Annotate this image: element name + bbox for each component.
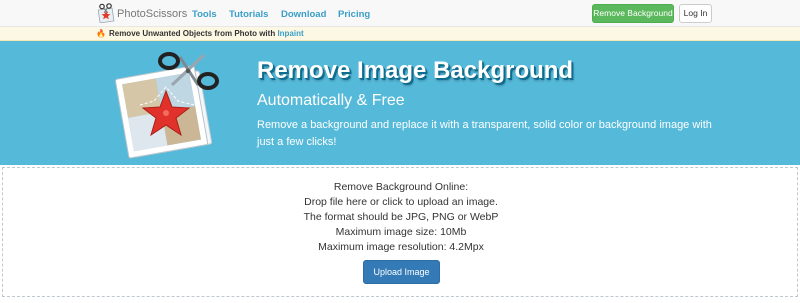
promo-text: Remove Unwanted Objects from Photo with: [108, 29, 278, 38]
scissors-logo-icon[interactable]: [97, 3, 115, 23]
upload-dropzone[interactable]: Remove Background Online: Drop file here…: [2, 167, 798, 297]
hero-title: Remove Image Background: [257, 57, 574, 84]
dropzone-instruction: Drop file here or click to upload an ima…: [304, 196, 498, 208]
hero-description: Remove a background and replace it with …: [257, 119, 712, 148]
login-button[interactable]: Log In: [679, 4, 712, 23]
hero-banner: Remove Image Background Automatically & …: [0, 41, 800, 165]
brand-name[interactable]: PhotoScissors: [117, 8, 187, 20]
dropzone-format-note: The format should be JPG, PNG or WebP: [303, 211, 499, 223]
top-navbar: PhotoScissors Tools Tutorials Download P…: [0, 0, 800, 27]
nav-link-tutorials[interactable]: Tutorials: [229, 9, 268, 20]
dropzone-max-size: Maximum image size: 10Mb: [335, 226, 467, 238]
scissors-starfish-photo-icon: [115, 52, 219, 159]
hero-subtitle: Automatically & Free: [257, 92, 405, 109]
nav-link-pricing[interactable]: Pricing: [338, 9, 370, 20]
nav-link-download[interactable]: Download: [281, 9, 326, 20]
inpaint-link[interactable]: Inpaint: [277, 29, 303, 38]
nav-link-tools[interactable]: Tools: [192, 9, 217, 20]
promo-banner: 🔥 Remove Unwanted Objects from Photo with…: [0, 27, 800, 41]
flame-icon: 🔥: [96, 29, 106, 38]
upload-image-button[interactable]: Upload Image: [363, 260, 440, 284]
dropzone-max-resolution: Maximum image resolution: 4.2Mpx: [318, 241, 484, 253]
dropzone-heading: Remove Background Online:: [333, 181, 469, 193]
remove-background-button[interactable]: Remove Background: [592, 4, 674, 23]
